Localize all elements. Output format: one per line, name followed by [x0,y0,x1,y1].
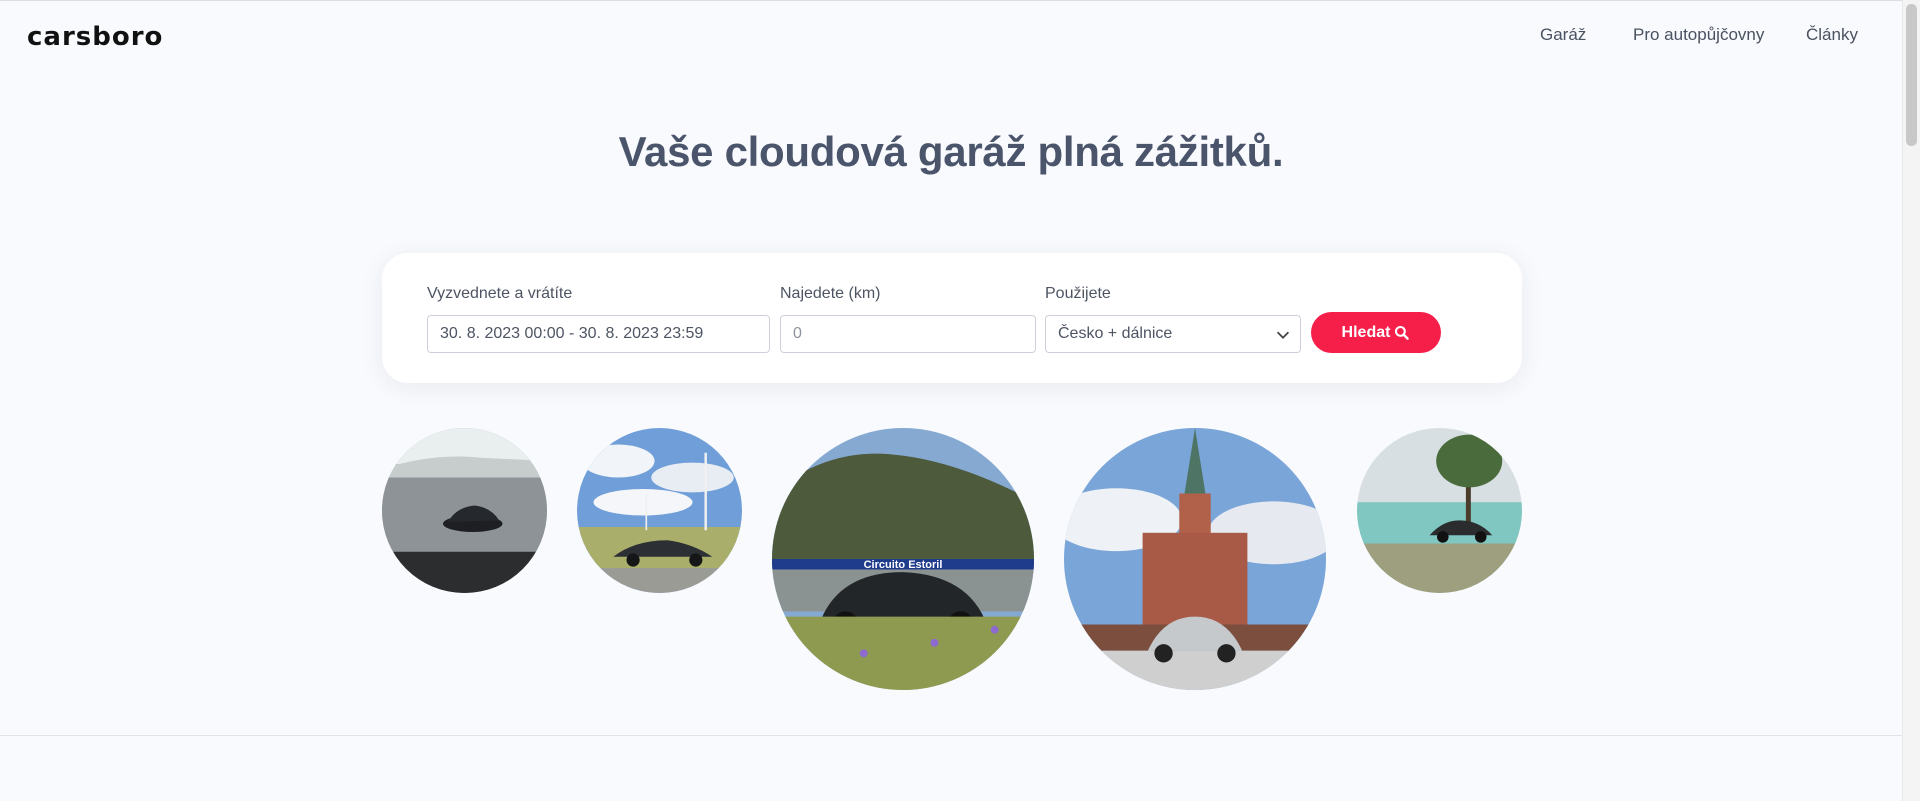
logo[interactable]: carsboro [27,22,163,52]
car-photo-image [1357,428,1522,593]
distance-input[interactable]: 0 [780,315,1036,353]
photo-car-lake[interactable] [1357,428,1522,593]
nav-link-rental-companies[interactable]: Pro autopůjčovny [1633,25,1764,45]
car-photo-image [382,428,547,593]
pickup-label: Vyzvednete a vrátíte [427,285,573,302]
photo-car-parking-lot[interactable] [382,428,547,593]
page-scrollbar[interactable] [1902,0,1920,801]
distance-label: Najedete (km) [780,285,881,302]
chevron-down-icon [1276,331,1290,339]
nav-link-garage[interactable]: Garáž [1540,25,1586,45]
section-divider [0,735,1902,736]
car-photo-image [1064,428,1326,690]
car-photo-image: Circuito Estoril [772,428,1034,690]
search-button[interactable]: Hledat [1311,312,1441,353]
usage-select-value: Česko + dálnice [1058,325,1173,342]
usage-label: Použijete [1045,285,1111,302]
search-card: Vyzvednete a vrátíte 30. 8. 2023 00:00 -… [382,253,1522,383]
car-photo-image [577,428,742,593]
search-icon [1395,325,1410,340]
photo-car-wind-turbines[interactable] [577,428,742,593]
page-title: Vaše cloudová garáž plná zážitků. [618,128,1284,175]
nav-link-articles[interactable]: Články [1806,25,1858,45]
search-button-label: Hledat [1341,323,1391,341]
usage-select[interactable]: Česko + dálnice [1045,315,1301,353]
circuit-sign-text: Circuito Estoril [864,559,943,571]
scrollbar-thumb[interactable] [1906,4,1917,146]
photo-car-circuit[interactable]: Circuito Estoril [772,428,1034,690]
photo-car-church[interactable] [1064,428,1326,690]
pickup-date-range-input[interactable]: 30. 8. 2023 00:00 - 30. 8. 2023 23:59 [427,315,770,353]
site-header: carsboro Garáž Pro autopůjčovny Články [0,0,1902,72]
